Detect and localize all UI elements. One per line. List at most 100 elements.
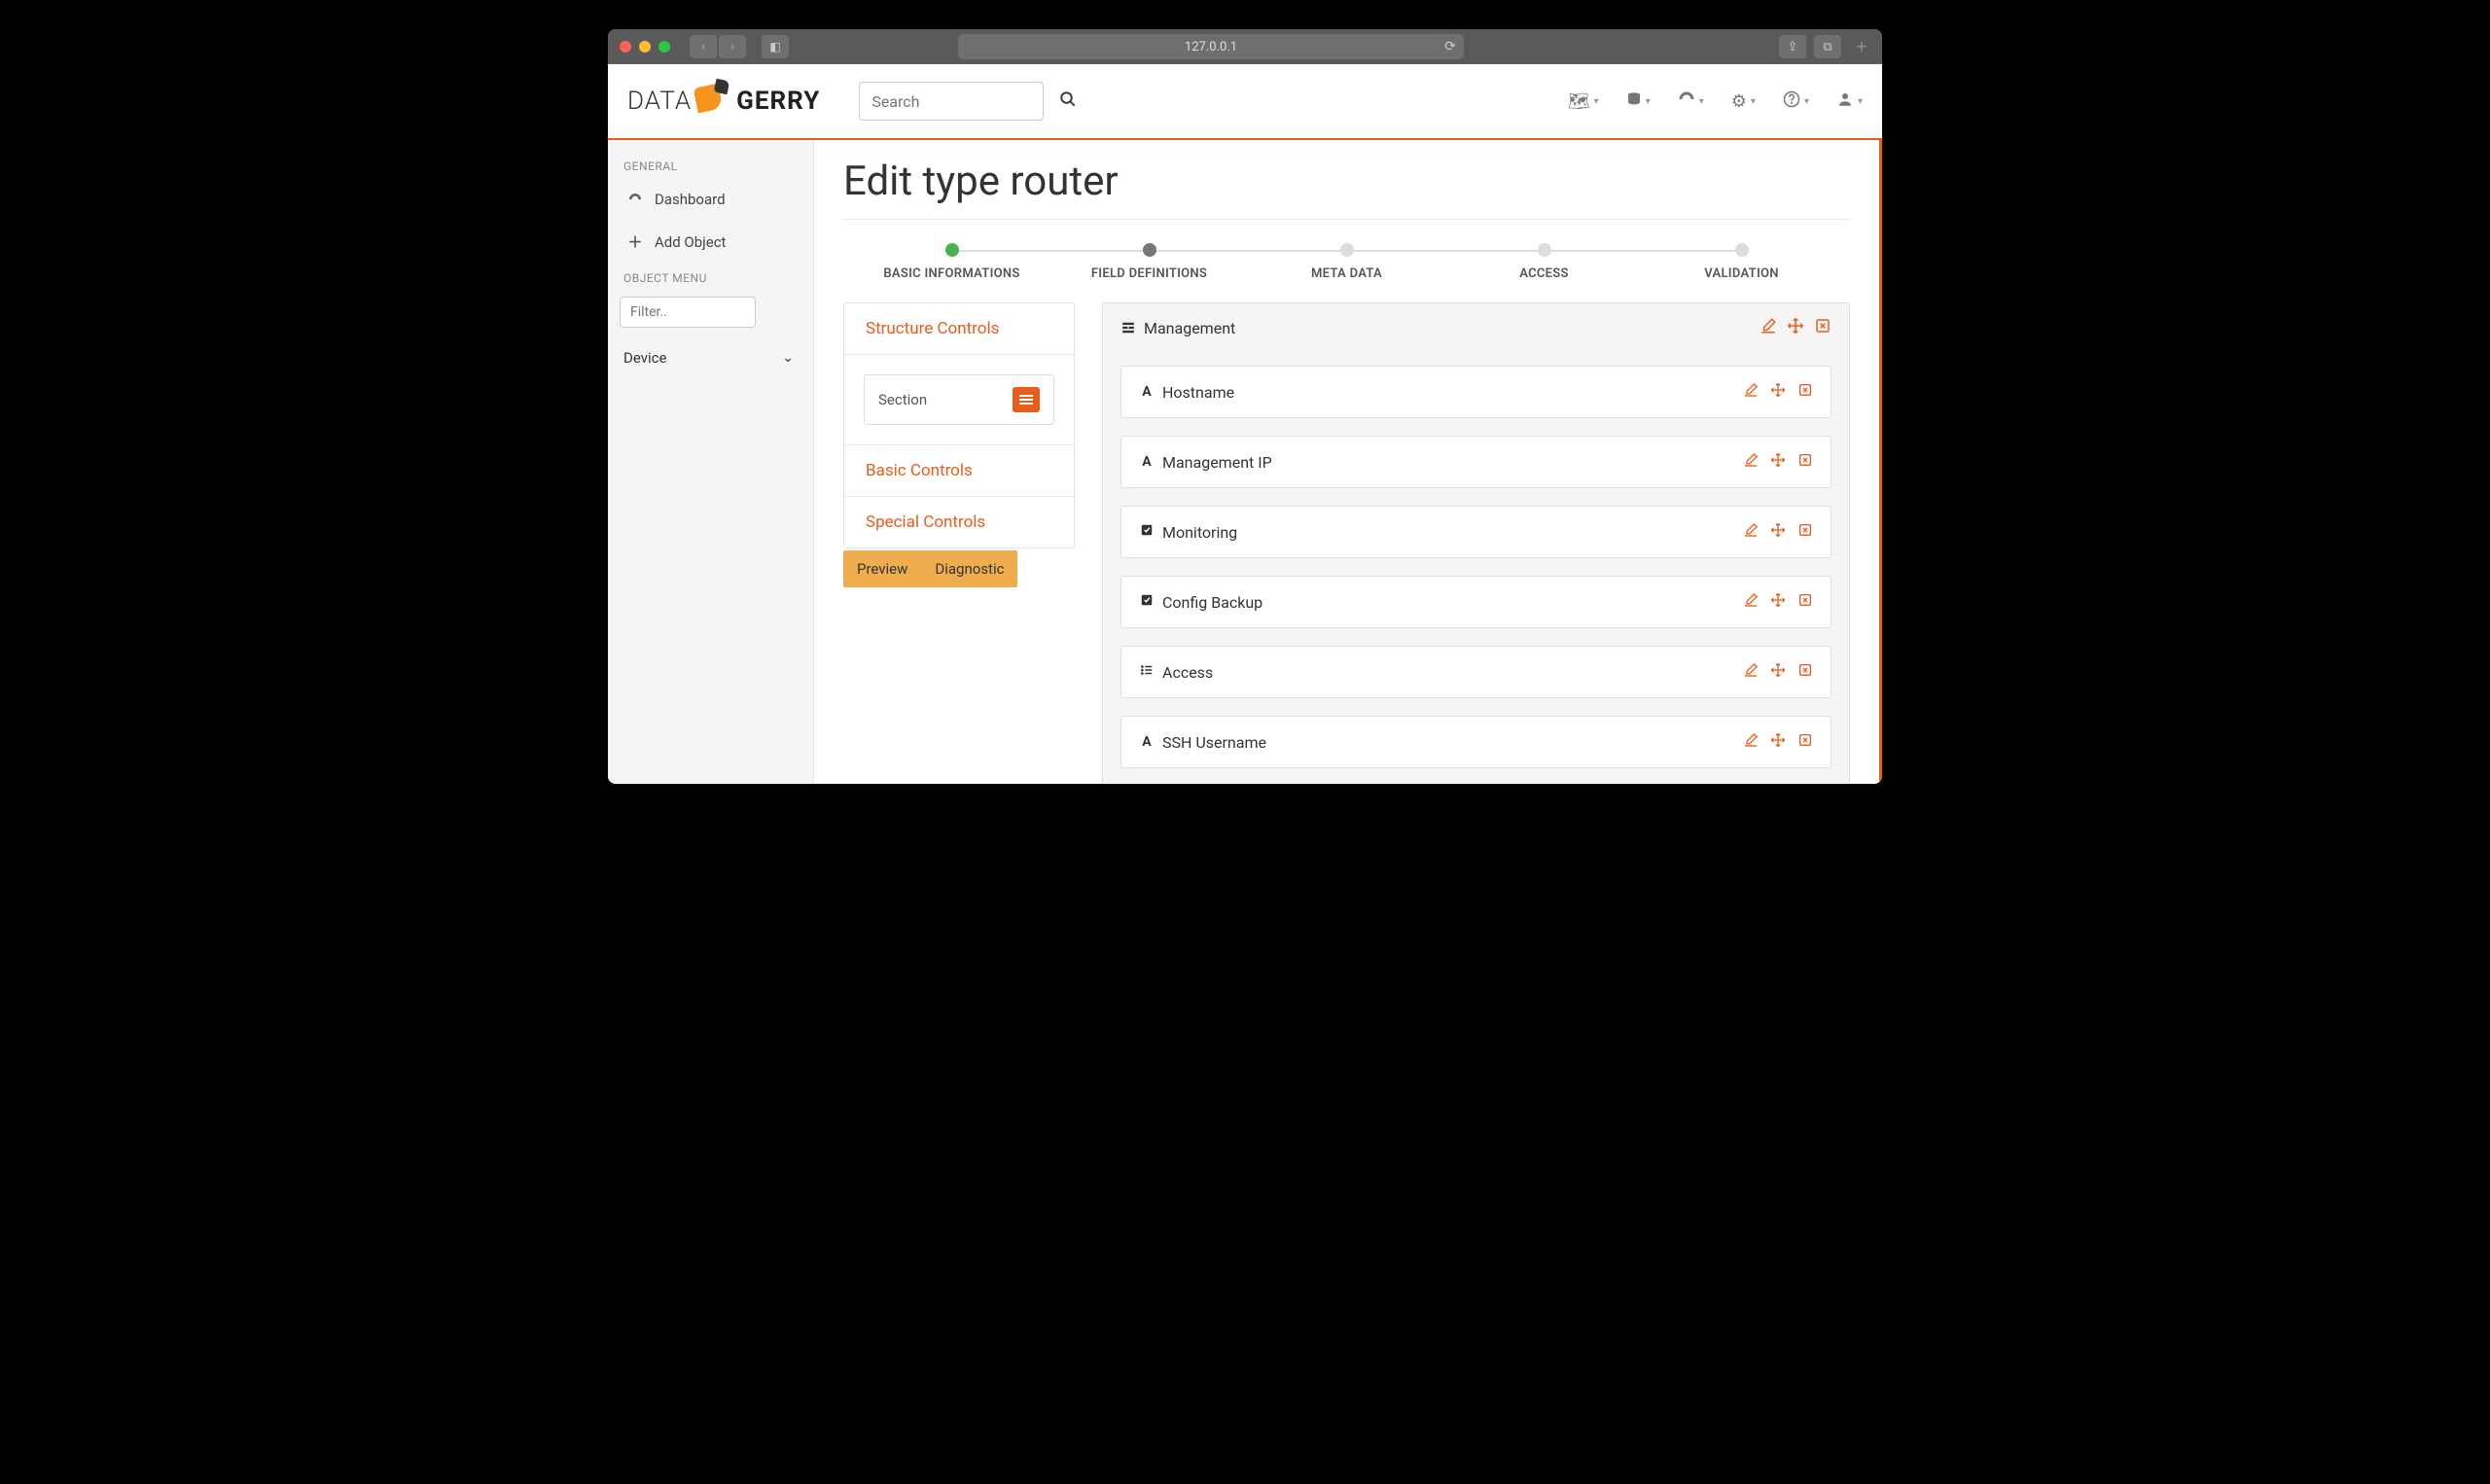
- field-delete-button[interactable]: [1797, 452, 1813, 472]
- field-delete-button[interactable]: [1797, 592, 1813, 612]
- controls-structure-header[interactable]: Structure Controls: [844, 303, 1074, 355]
- search-button[interactable]: [1059, 90, 1077, 113]
- field-row[interactable]: A SSH Username: [1120, 716, 1832, 768]
- step-line: [952, 250, 1150, 252]
- tree-item-label: Device: [623, 349, 666, 367]
- main-content: Edit type router BASIC INFORMATIONS FIELD…: [814, 140, 1882, 784]
- step-dot: [945, 243, 959, 257]
- field-delete-button[interactable]: [1797, 662, 1813, 682]
- step-validation[interactable]: VALIDATION: [1643, 243, 1840, 281]
- field-edit-button[interactable]: [1743, 452, 1759, 472]
- drag-handle-icon[interactable]: [1013, 387, 1040, 412]
- field-delete-button[interactable]: [1797, 382, 1813, 402]
- field-move-button[interactable]: [1770, 662, 1786, 682]
- share-button[interactable]: ⇪: [1779, 35, 1806, 58]
- nav-database-dropdown[interactable]: ▾: [1626, 91, 1651, 112]
- action-tabs: Preview Diagnostic: [843, 550, 1017, 587]
- nav-settings-dropdown[interactable]: ⚙▾: [1731, 91, 1756, 112]
- browser-forward-button[interactable]: ›: [719, 35, 746, 58]
- tree-item-device[interactable]: Device ⌄: [614, 339, 807, 376]
- step-meta-data[interactable]: META DATA: [1248, 243, 1445, 281]
- sidebar-item-label: Add Object: [655, 233, 726, 251]
- nav-user-dropdown[interactable]: ▾: [1836, 90, 1863, 113]
- field-row[interactable]: AManagement IP: [1120, 436, 1832, 488]
- app-logo[interactable]: DATA GERRY: [627, 80, 820, 123]
- field-move-button[interactable]: [1770, 522, 1786, 542]
- list-field-icon: [1139, 663, 1155, 681]
- field-move-button[interactable]: [1770, 732, 1786, 752]
- tab-preview[interactable]: Preview: [843, 550, 921, 587]
- page-title: Edit type router: [843, 158, 1850, 205]
- step-dot: [1143, 243, 1156, 257]
- app-topbar: DATA GERRY 🗺▾ ▾ ▾ ⚙▾ ▾ ▾: [608, 64, 1882, 140]
- controls-basic-header[interactable]: Basic Controls: [844, 445, 1074, 497]
- field-row[interactable]: Access: [1120, 646, 1832, 698]
- field-label-text: Management IP: [1162, 453, 1272, 472]
- window-close-button[interactable]: [620, 41, 631, 53]
- nav-help-dropdown[interactable]: ▾: [1783, 90, 1809, 113]
- tabs-button[interactable]: ⧉: [1814, 35, 1841, 58]
- field-delete-button[interactable]: [1797, 522, 1813, 542]
- logo-text-1: DATA: [627, 87, 692, 116]
- field-move-button[interactable]: [1770, 382, 1786, 402]
- text-field-icon: A: [1139, 384, 1155, 400]
- field-edit-button[interactable]: [1743, 592, 1759, 612]
- field-row[interactable]: Monitoring: [1120, 506, 1832, 558]
- field-label-text: SSH Username: [1162, 733, 1266, 752]
- window-zoom-button[interactable]: [658, 41, 670, 53]
- url-text: 127.0.0.1: [1185, 40, 1237, 54]
- field-label-text: Monitoring: [1162, 523, 1237, 542]
- controls-special-header[interactable]: Special Controls: [844, 497, 1074, 548]
- browser-window: ‹ › ◧ 127.0.0.1 ⟳ ⇪ ⧉ + DATA GERRY: [608, 29, 1882, 784]
- step-line: [1347, 250, 1545, 252]
- section-delete-button[interactable]: [1814, 317, 1832, 338]
- object-filter-input[interactable]: [620, 297, 756, 328]
- step-basic-informations[interactable]: BASIC INFORMATIONS: [853, 243, 1050, 281]
- reload-icon[interactable]: ⟳: [1444, 39, 1456, 54]
- field-edit-button[interactable]: [1743, 522, 1759, 542]
- chevron-down-icon: ⌄: [782, 350, 794, 366]
- section-move-button[interactable]: [1787, 317, 1804, 338]
- browser-sidebar-toggle[interactable]: ◧: [762, 35, 789, 58]
- field-edit-button[interactable]: [1743, 662, 1759, 682]
- search-input[interactable]: [859, 82, 1044, 121]
- divider: [843, 219, 1850, 220]
- field-edit-button[interactable]: [1743, 382, 1759, 402]
- field-label-text: Config Backup: [1162, 593, 1263, 612]
- field-row[interactable]: Config Backup: [1120, 576, 1832, 628]
- dashboard-icon: [627, 192, 643, 207]
- nav-dashboard-dropdown[interactable]: ▾: [1678, 90, 1704, 113]
- field-row[interactable]: AHostname: [1120, 366, 1832, 418]
- field-move-button[interactable]: [1770, 452, 1786, 472]
- logo-text-2: GERRY: [736, 87, 820, 116]
- database-icon: [1626, 91, 1642, 112]
- step-field-definitions[interactable]: FIELD DEFINITIONS: [1050, 243, 1248, 281]
- sidebar: GENERAL Dashboard ＋ Add Object OBJECT ME…: [608, 140, 814, 784]
- step-access[interactable]: ACCESS: [1445, 243, 1643, 281]
- plus-icon: ＋: [627, 231, 643, 252]
- checkbox-field-icon: [1139, 523, 1155, 541]
- field-delete-button[interactable]: [1797, 732, 1813, 752]
- tab-diagnostic[interactable]: Diagnostic: [921, 550, 1017, 587]
- section-draggable-block[interactable]: Section: [864, 374, 1054, 425]
- section-edit-button[interactable]: [1760, 317, 1777, 338]
- nav-map-dropdown[interactable]: 🗺▾: [1568, 91, 1599, 112]
- browser-back-button[interactable]: ‹: [690, 35, 717, 58]
- new-tab-button[interactable]: +: [1853, 37, 1870, 57]
- logo-icon: [695, 80, 730, 115]
- field-move-button[interactable]: [1770, 592, 1786, 612]
- step-label: ACCESS: [1519, 266, 1569, 281]
- field-edit-button[interactable]: [1743, 732, 1759, 752]
- section-name: Management: [1144, 319, 1235, 337]
- map-icon: 🗺: [1568, 91, 1590, 112]
- step-label: FIELD DEFINITIONS: [1091, 266, 1207, 281]
- sidebar-item-add-object[interactable]: ＋ Add Object: [614, 220, 807, 264]
- step-dot: [1340, 243, 1354, 257]
- window-minimize-button[interactable]: [639, 41, 651, 53]
- gauge-icon: [1678, 90, 1695, 113]
- url-bar[interactable]: 127.0.0.1 ⟳: [958, 34, 1464, 59]
- sidebar-item-dashboard[interactable]: Dashboard: [614, 179, 807, 220]
- step-line: [1545, 250, 1742, 252]
- text-field-icon: A: [1139, 734, 1155, 750]
- sidebar-section-object-menu: OBJECT MENU: [614, 264, 807, 291]
